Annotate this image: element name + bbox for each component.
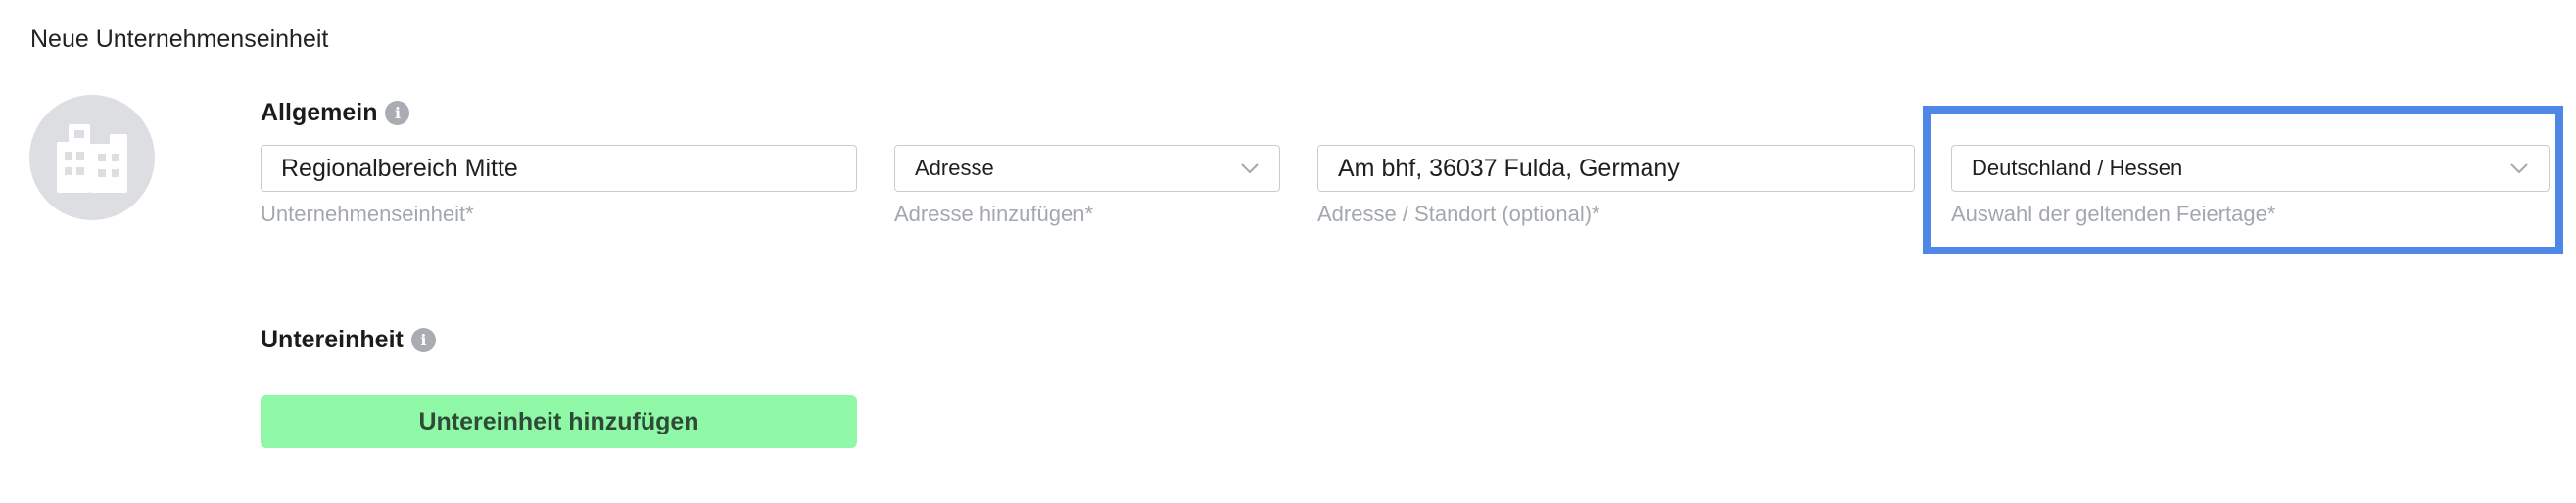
- unit-name-helper: Unternehmenseinheit*: [261, 202, 474, 226]
- chevron-down-icon: [1241, 163, 1259, 174]
- avatar[interactable]: [29, 95, 155, 220]
- address-select-value: Adresse: [915, 156, 994, 180]
- location-helper: Adresse / Standort (optional)*: [1317, 202, 1600, 226]
- unit-name-input[interactable]: Regionalbereich Mitte: [261, 145, 857, 192]
- highlight-frame: [1923, 106, 2563, 254]
- page-title: Neue Unternehmenseinheit: [30, 25, 329, 53]
- general-heading-label: Allgemein: [261, 99, 378, 126]
- location-field: Am bhf, 36037 Fulda, Germany Adresse / S…: [1317, 145, 1915, 227]
- address-select-helper: Adresse hinzufügen*: [894, 202, 1094, 226]
- location-input[interactable]: Am bhf, 36037 Fulda, Germany: [1317, 145, 1915, 192]
- address-select[interactable]: Adresse: [894, 145, 1280, 192]
- subunit-heading-label: Untereinheit: [261, 326, 404, 353]
- building-icon: [57, 124, 127, 193]
- address-select-field: Adresse Adresse hinzufügen*: [894, 145, 1280, 227]
- info-icon[interactable]: i: [385, 101, 410, 125]
- info-icon[interactable]: i: [410, 328, 436, 352]
- subunit-section-heading: Untereinheit i: [261, 326, 436, 354]
- general-section-heading: Allgemein i: [261, 99, 410, 127]
- unit-name-field: Regionalbereich Mitte Unternehmenseinhei…: [261, 145, 857, 227]
- add-subunit-button[interactable]: Untereinheit hinzufügen: [261, 395, 857, 448]
